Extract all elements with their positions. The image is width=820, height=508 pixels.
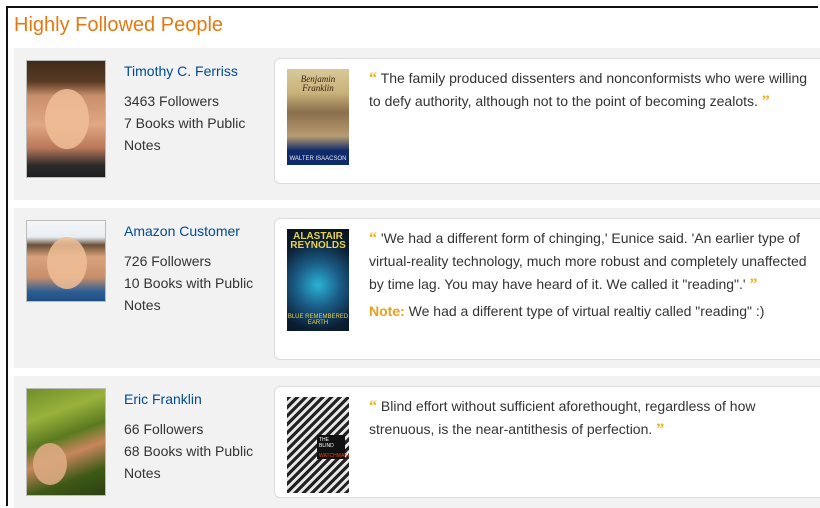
- book-cover-title: ALASTAIR REYNOLDS: [290, 231, 346, 251]
- person-info: Eric Franklin 66 Followers 68 Books with…: [124, 388, 264, 484]
- book-cover-title: Benjamin Franklin: [300, 74, 336, 93]
- book-cover-title: THE BLIND: [319, 437, 334, 449]
- book-cover-author: WATCHMAKER: [319, 453, 349, 459]
- highlight-quote: “ 'We had a different form of chinging,'…: [369, 227, 819, 323]
- right-quote-icon: ”: [656, 421, 665, 438]
- left-quote-icon: “: [369, 70, 377, 87]
- highlight-card: THE BLIND WATCHMAKER “ Blind effort with…: [274, 386, 820, 498]
- highlight-quote: “ The family produced dissenters and non…: [369, 67, 819, 113]
- followers-count: 726 Followers: [124, 253, 212, 269]
- book-cover[interactable]: Benjamin Franklin WALTER ISAACSON: [287, 69, 349, 165]
- highlight-quote: “ Blind effort without sufficient aforet…: [369, 395, 819, 441]
- quote-text: 'We had a different form of chinging,' E…: [369, 230, 807, 292]
- person-row: Amazon Customer 726 Followers 10 Books w…: [14, 208, 820, 368]
- followers-count: 3463 Followers: [124, 93, 219, 109]
- person-name-link[interactable]: Eric Franklin: [124, 388, 264, 410]
- right-quote-icon: ”: [749, 276, 758, 293]
- right-quote-icon: ”: [761, 93, 770, 110]
- person-name-link[interactable]: Amazon Customer: [124, 220, 264, 242]
- avatar[interactable]: [26, 220, 106, 302]
- person-info: Amazon Customer 726 Followers 10 Books w…: [124, 220, 264, 316]
- personal-note: Note: We had a different type of virtual…: [369, 300, 819, 323]
- followers-count: 66 Followers: [124, 421, 204, 437]
- book-cover-label: THE BLIND WATCHMAKER: [317, 435, 349, 459]
- quote-text: The family produced dissenters and nonco…: [369, 70, 808, 109]
- note-text: We had a different type of virtual realt…: [408, 303, 765, 319]
- person-row: Timothy C. Ferriss 3463 Followers 7 Book…: [14, 48, 820, 200]
- left-quote-icon: “: [369, 230, 377, 247]
- person-info: Timothy C. Ferriss 3463 Followers 7 Book…: [124, 60, 264, 156]
- books-with-notes: 10 Books with Public Notes: [124, 275, 254, 313]
- books-with-notes: 68 Books with Public Notes: [124, 443, 254, 481]
- avatar[interactable]: [26, 60, 106, 178]
- book-cover[interactable]: ALASTAIR REYNOLDS BLUE REMEMBERED EARTH: [287, 229, 349, 331]
- note-label: Note:: [369, 303, 405, 319]
- book-cover[interactable]: THE BLIND WATCHMAKER: [287, 397, 349, 493]
- person-row: Eric Franklin 66 Followers 68 Books with…: [14, 376, 820, 508]
- highly-followed-panel: Highly Followed People Timothy C. Ferris…: [6, 6, 820, 508]
- highlight-card: Benjamin Franklin WALTER ISAACSON “ The …: [274, 58, 820, 184]
- avatar[interactable]: [26, 388, 106, 496]
- books-with-notes: 7 Books with Public Notes: [124, 115, 246, 153]
- quote-text: Blind effort without sufficient aforetho…: [369, 398, 756, 437]
- book-cover-author: WALTER ISAACSON: [289, 156, 347, 162]
- person-name-link[interactable]: Timothy C. Ferriss: [124, 60, 264, 82]
- book-cover-author: BLUE REMEMBERED EARTH: [287, 314, 349, 326]
- left-quote-icon: “: [369, 398, 377, 415]
- section-title: Highly Followed People: [14, 14, 224, 36]
- highlight-card: ALASTAIR REYNOLDS BLUE REMEMBERED EARTH …: [274, 218, 820, 360]
